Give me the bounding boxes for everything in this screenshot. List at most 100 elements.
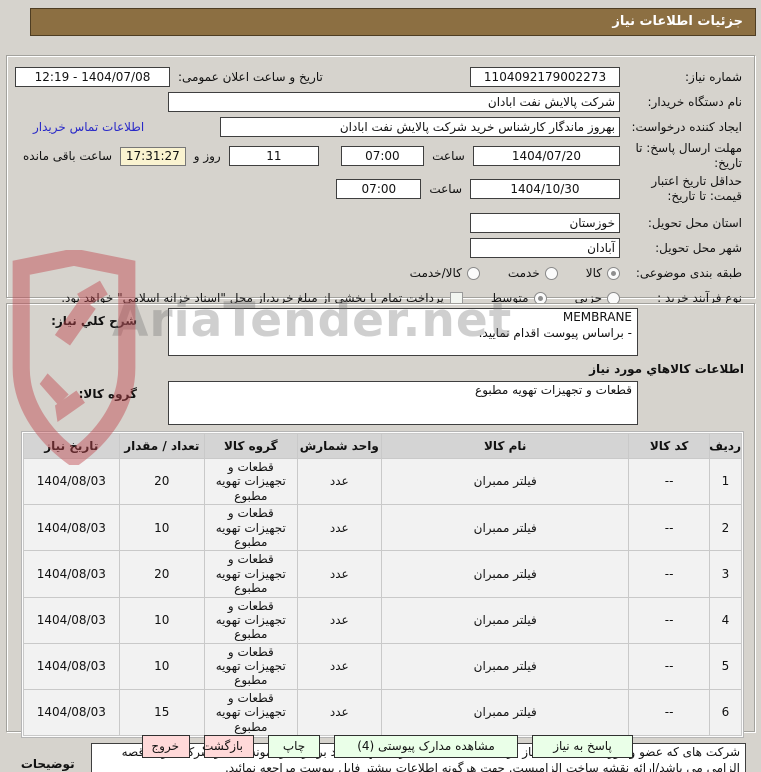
buyer-notes-label: توضیحات خریدار: [20,757,75,772]
page-title: جزئیات اطلاعات نیاز [30,8,756,36]
city-field[interactable]: آبادان [470,238,620,258]
respond-button[interactable]: پاسخ به نیاز [532,735,633,758]
announce-label: تاریخ و ساعت اعلان عمومی: [178,70,323,84]
buyer-org-field[interactable]: شرکت پالایش نفت ابادان [168,92,620,112]
table-cell: 3 [708,550,743,598]
col-quantity: تعداد / مقدار [118,433,206,459]
table-cell: فیلتر ممبران [381,504,630,552]
price-validity-hour-field[interactable]: 07:00 [336,179,422,199]
table-cell: عدد [296,504,383,552]
table-cell: 1404/08/03 [23,688,120,737]
table-cell: 2 [708,504,743,552]
goods-group-textarea[interactable]: قطعات و تجهیزات تهویه مطبوع [167,381,638,425]
col-item-code: کد کالا [628,433,710,459]
back-button[interactable]: بازگشت [202,735,254,758]
need-details-groupbox: MEMBRANE - براساس پیوست اقدام نمایید. شر… [6,303,755,772]
deadline-row: مهلت ارسال پاسخ: تا تاریخ: 1404/07/20 سا… [15,141,742,171]
table-cell: 1404/08/03 [23,642,120,690]
table-cell: قطعات و تجهیزات تهویه مطبوع [204,457,298,506]
price-validity-label: حداقل تاریخ اعتبار قیمت: تا تاریخ: [651,174,742,203]
table-cell: -- [628,688,710,737]
view-attachments-button[interactable]: مشاهده مدارک پیوستی (4) [334,735,518,758]
request-creator-field[interactable]: بهروز ماندگار کارشناس خرید شرکت پالایش ن… [220,117,620,137]
exit-button[interactable]: خروج [142,735,190,758]
city-label: شهر محل تحویل: [655,240,742,255]
table-cell: فیلتر ممبران [381,596,630,644]
table-cell: 1404/08/03 [23,550,120,598]
need-description-textarea[interactable]: MEMBRANE - براساس پیوست اقدام نمایید. [167,308,638,356]
countdown-timer: 17:31:27 [120,146,186,166]
province-field[interactable]: خوزستان [470,213,620,233]
table-cell: فیلتر ممبران [381,457,630,506]
table-cell: 10 [118,504,206,552]
radio-goods-service-icon[interactable] [466,266,480,280]
table-cell: -- [628,642,710,690]
classification-row: طبقه بندی موضوعی: کالا خدمت کالا/خدمت [15,262,742,284]
col-unit: واحد شمارش [296,433,383,459]
table-cell: عدد [296,550,383,598]
table-cell: عدد [296,688,383,737]
table-cell: قطعات و تجهیزات تهویه مطبوع [204,550,298,598]
hours-remaining-label: ساعت باقی مانده [22,149,113,163]
table-cell: 10 [118,596,206,644]
price-validity-date-field[interactable]: 1404/10/30 [470,179,620,199]
table-row: 3 -- فیلتر ممبران عدد قطعات و تجهیزات تهویه … [23,550,743,598]
table-cell: عدد [296,642,383,690]
table-cell: 1404/08/03 [23,504,120,552]
remaining-days-field[interactable]: 11 [228,146,320,166]
table-cell: عدد [296,596,383,644]
table-cell: فیلتر ممبران [381,688,630,737]
action-buttons: پاسخ به نیاز مشاهده مدارک پیوستی (4) چاپ… [128,735,633,758]
buyer-org-label: نام دستگاه خریدار: [647,94,743,109]
deadline-date-field[interactable]: 1404/07/20 [472,146,620,166]
goods-table-header-row: ردیف کد کالا نام کالا واحد شمارش گروه کا… [23,433,743,459]
announce-datetime-field[interactable]: 1404/07/08 - 12:19 [15,67,170,87]
buyer-org-row: نام دستگاه خریدار: شرکت پالایش نفت ابادا… [15,91,742,113]
table-cell: 6 [708,688,743,737]
goods-group-label: گروه کالا: [78,387,137,401]
need-number-label: شماره نیاز: [685,69,742,84]
col-need-date: تاریخ نیاز [23,433,120,459]
table-cell: 15 [118,688,206,737]
radio-goods[interactable]: کالا [586,266,620,280]
radio-goods-service[interactable]: کالا/خدمت [410,266,480,280]
table-cell: -- [628,550,710,598]
table-row: 5 -- فیلتر ممبران عدد قطعات و تجهیزات تهویه … [23,642,743,690]
deadline-hour-label: ساعت [432,149,465,163]
goods-section-title: اطلاعات کالاهاي مورد نیاز [589,362,744,376]
table-cell: عدد [296,457,383,506]
deadline-label: مهلت ارسال پاسخ: تا تاریخ: [635,141,742,170]
table-cell: 4 [708,596,743,644]
col-item-name: نام کالا [381,433,630,459]
need-number-row: شماره نیاز: 1104092179002273 تاریخ و ساع… [15,66,742,88]
table-cell: قطعات و تجهیزات تهویه مطبوع [204,688,298,737]
radio-service-label: خدمت [507,266,540,280]
col-group: گروه کالا [204,433,298,459]
price-validity-hour-label: ساعت [429,182,462,196]
classification-label: طبقه بندی موضوعی: [635,265,742,280]
table-cell: 1404/08/03 [23,596,120,644]
table-cell: -- [628,504,710,552]
print-button[interactable]: چاپ [268,735,320,758]
province-label: استان محل تحویل: [647,215,742,230]
radio-goods-icon[interactable] [607,266,620,280]
classification-options: کالا خدمت کالا/خدمت [382,266,620,280]
table-cell: 10 [118,642,206,690]
radio-service-icon[interactable] [544,266,558,280]
need-number-field[interactable]: 1104092179002273 [470,67,620,87]
tender-detail-page: { "title_bar": { "text": "جزئیات اطلاعات… [0,0,761,772]
table-cell: 20 [118,550,206,598]
table-row: 1 -- فیلتر ممبران عدد قطعات و تجهیزات تهویه … [23,457,743,506]
buyer-contact-link[interactable]: اطلاعات تماس خریدار [33,120,144,134]
price-validity-row: حداقل تاریخ اعتبار قیمت: تا تاریخ: 1404/… [15,174,742,204]
request-creator-label: ایجاد کننده درخواست: [631,119,742,134]
city-row: شهر محل تحویل: آبادان [15,237,742,259]
goods-group-row: قطعات و تجهیزات تهویه مطبوع گروه کالا: [15,381,746,425]
deadline-hour-field[interactable]: 07:00 [340,146,425,166]
request-creator-row: ایجاد کننده درخواست: بهروز ماندگار کارشن… [15,116,742,138]
table-cell: 1404/08/03 [23,457,120,506]
table-cell: قطعات و تجهیزات تهویه مطبوع [204,642,298,690]
table-cell: -- [628,596,710,644]
need-description-row: MEMBRANE - براساس پیوست اقدام نمایید. شر… [15,308,746,356]
radio-service[interactable]: خدمت [508,266,558,280]
